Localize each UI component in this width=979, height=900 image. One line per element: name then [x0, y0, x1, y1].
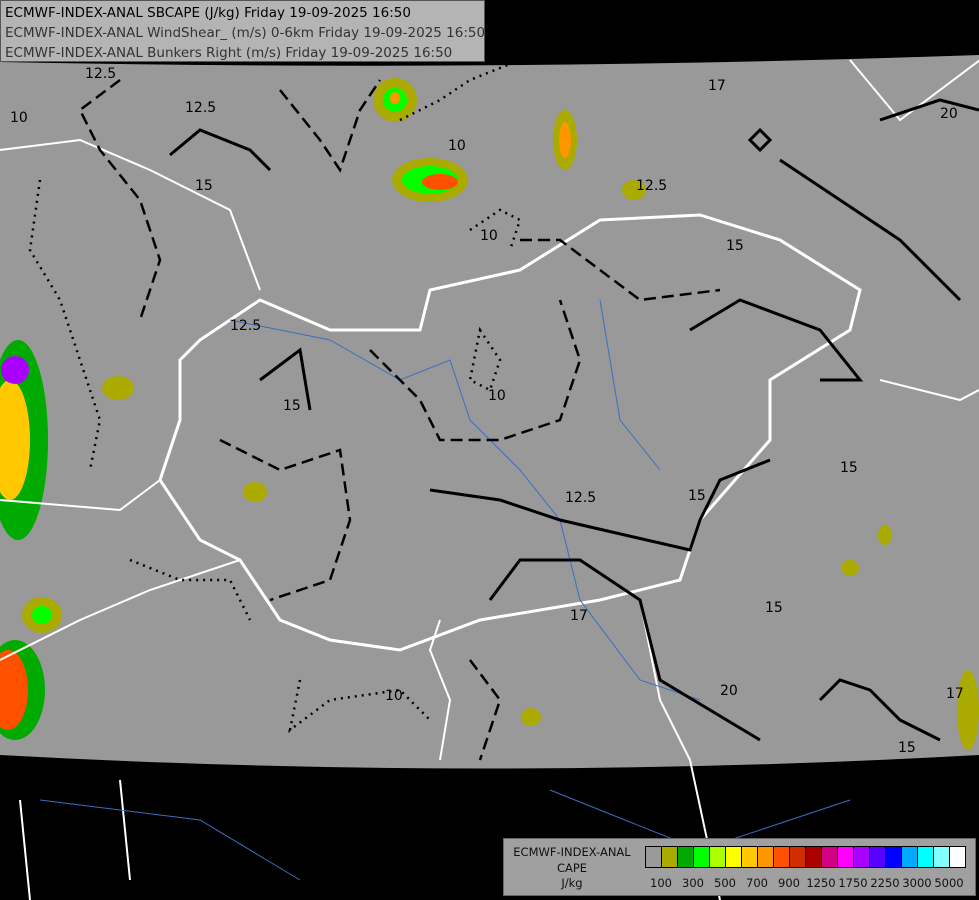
- map-domain: [0, 55, 979, 769]
- weather-map: 12.5 10 12.5 15 10 12.5 10 15 17 20 15 1…: [0, 55, 979, 900]
- legend-tick-label: 1750: [838, 876, 868, 890]
- legend-tick-label: 700: [746, 876, 768, 890]
- legend-tick-label: 2250: [870, 876, 900, 890]
- contour-label: 10: [488, 388, 506, 404]
- contour-label: 10: [480, 228, 498, 244]
- legend-swatch: [790, 847, 806, 867]
- contour-label: 15: [283, 398, 301, 414]
- legend-tick-labels: 100 300 500 700 900 1250 1750 2250 3000 5000: [645, 876, 967, 890]
- legend-swatch: [822, 847, 838, 867]
- contour-label: 15: [726, 238, 744, 254]
- contour-label: 15: [688, 488, 706, 504]
- cape-legend: ECMWF-INDEX-ANAL CAPE J/kg 100 300 500 700 9…: [503, 838, 976, 896]
- map-title-box: ECMWF-INDEX-ANAL SBCAPE (J/kg) Friday 19…: [0, 0, 485, 62]
- legend-swatch: [758, 847, 774, 867]
- legend-swatch: [646, 847, 662, 867]
- legend-tick-label: 100: [650, 876, 672, 890]
- title-line-bunkers: ECMWF-INDEX-ANAL Bunkers Right (m/s) Fri…: [5, 45, 453, 61]
- contour-label: 15: [765, 600, 783, 616]
- legend-title-model: ECMWF-INDEX-ANAL: [513, 845, 631, 859]
- legend-title-variable: CAPE: [556, 860, 588, 875]
- legend-tick-label: 900: [778, 876, 800, 890]
- contour-label: 10: [385, 688, 403, 704]
- legend-swatch: [806, 847, 822, 867]
- legend-swatch: [742, 847, 758, 867]
- legend-swatch: [662, 847, 678, 867]
- legend-swatch: [838, 847, 854, 867]
- legend-swatch: [870, 847, 886, 867]
- legend-title-unit: J/kg: [561, 876, 583, 890]
- legend-tick-label: 1250: [806, 876, 836, 890]
- legend-swatch: [678, 847, 694, 867]
- contour-label: 12.5: [85, 66, 116, 82]
- legend-swatch: [934, 847, 950, 867]
- legend-swatch: [918, 847, 934, 867]
- legend-tick-label: 5000: [934, 876, 964, 890]
- contour-label: 12.5: [565, 490, 596, 506]
- contour-label: 15: [195, 178, 213, 194]
- legend-tick-label: 3000: [902, 876, 932, 890]
- contour-label: 10: [10, 110, 28, 126]
- contour-label: 20: [940, 106, 958, 122]
- title-line-cape: ECMWF-INDEX-ANAL SBCAPE (J/kg) Friday 19…: [5, 5, 411, 21]
- legend-title: ECMWF-INDEX-ANAL CAPE J/kg: [508, 845, 636, 892]
- contour-label: 17: [708, 78, 726, 94]
- legend-tick-label: 300: [682, 876, 704, 890]
- legend-swatch: [886, 847, 902, 867]
- legend-swatch: [710, 847, 726, 867]
- contour-label: 12.5: [636, 178, 667, 194]
- legend-swatch: [902, 847, 918, 867]
- legend-swatch: [950, 847, 965, 867]
- contour-label: 10: [448, 138, 466, 154]
- legend-swatch: [774, 847, 790, 867]
- legend-swatch: [854, 847, 870, 867]
- contour-label: 20: [720, 683, 738, 699]
- contour-label: 17: [946, 686, 964, 702]
- contour-label: 15: [898, 740, 916, 756]
- contour-label: 15: [840, 460, 858, 476]
- legend-color-scale: [645, 846, 966, 868]
- legend-swatch: [694, 847, 710, 867]
- legend-tick-label: 500: [714, 876, 736, 890]
- title-line-windshear: ECMWF-INDEX-ANAL WindShear_ (m/s) 0-6km …: [5, 25, 486, 41]
- contour-label: 17: [570, 608, 588, 624]
- legend-swatch: [726, 847, 742, 867]
- contour-label: 12.5: [230, 318, 261, 334]
- contour-label: 12.5: [185, 100, 216, 116]
